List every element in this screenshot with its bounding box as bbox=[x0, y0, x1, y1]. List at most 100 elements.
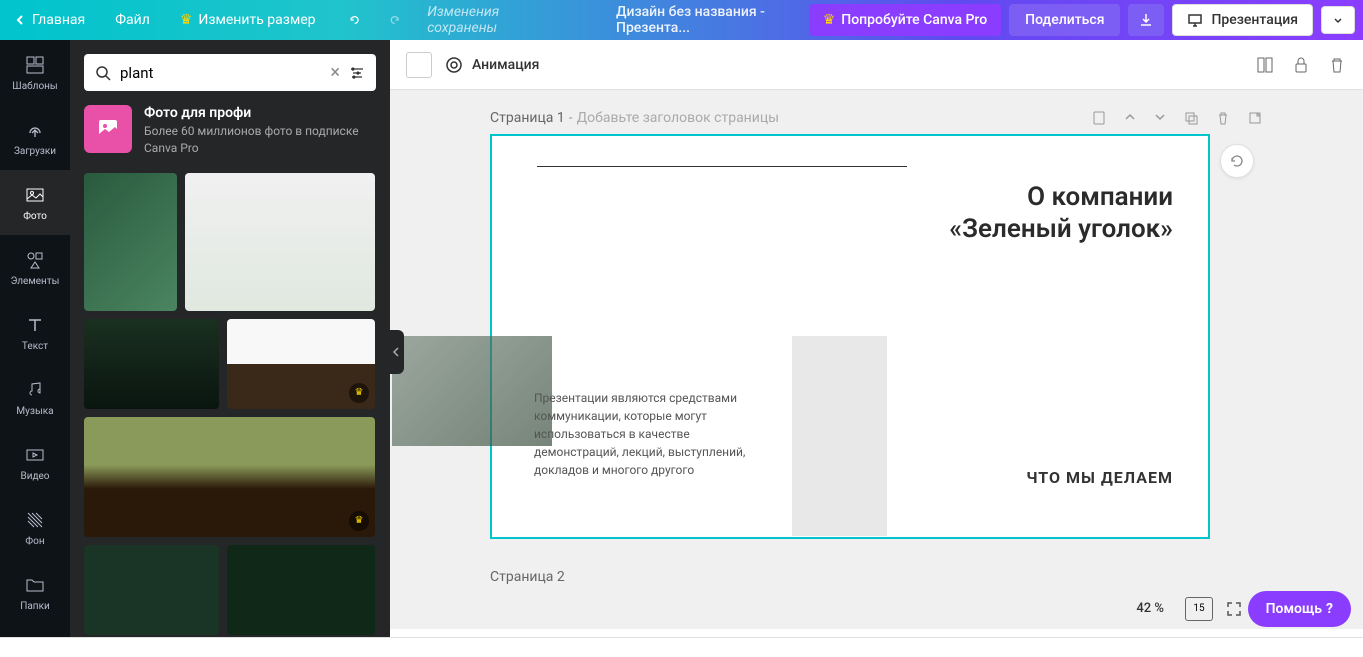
app-header: Главная Файл ♛ Изменить размер Изменения… bbox=[0, 0, 1363, 40]
download-button[interactable] bbox=[1128, 4, 1164, 36]
lock-icon[interactable] bbox=[1291, 55, 1311, 75]
search-input[interactable] bbox=[120, 64, 322, 82]
pro-badge-icon: ♛ bbox=[349, 383, 369, 403]
rail-label: Текст bbox=[22, 341, 48, 352]
chevron-left-icon bbox=[14, 14, 26, 26]
panel-collapse-button[interactable] bbox=[388, 330, 404, 374]
download-icon bbox=[1138, 12, 1154, 28]
music-icon bbox=[23, 378, 47, 402]
slide-image-drag[interactable] bbox=[392, 336, 552, 446]
rail-photos[interactable]: Фото bbox=[0, 170, 70, 235]
background-icon bbox=[23, 508, 47, 532]
chevron-left-icon bbox=[392, 346, 400, 358]
photo-result[interactable]: ♛ bbox=[84, 417, 375, 537]
animation-label: Анимация bbox=[472, 57, 539, 73]
rail-label: Фото bbox=[23, 211, 47, 222]
help-label: Помощь bbox=[1266, 601, 1322, 617]
resize-button[interactable]: ♛ Изменить размер bbox=[174, 8, 322, 32]
notes-icon[interactable] bbox=[1091, 110, 1107, 126]
zoom-level[interactable]: 42 % bbox=[1127, 596, 1173, 621]
slide-divider bbox=[537, 166, 907, 167]
photos-icon bbox=[23, 183, 47, 207]
present-dropdown[interactable] bbox=[1321, 6, 1355, 34]
rail-label: Видео bbox=[20, 471, 49, 482]
header-left: Главная Файл ♛ Изменить размер bbox=[8, 8, 322, 32]
color-picker[interactable] bbox=[406, 52, 432, 78]
video-icon bbox=[23, 443, 47, 467]
text-icon bbox=[23, 313, 47, 337]
resize-label: Изменить размер bbox=[198, 12, 315, 28]
help-button[interactable]: Помощь ? bbox=[1248, 591, 1351, 627]
animation-icon bbox=[444, 55, 464, 75]
rail-label: Музыка bbox=[16, 406, 53, 417]
rail-templates[interactable]: Шаблоны bbox=[0, 40, 70, 105]
photo-result[interactable] bbox=[84, 545, 219, 635]
duplicate-icon[interactable] bbox=[1183, 110, 1199, 126]
bottom-strip bbox=[0, 637, 1363, 657]
rail-label: Шаблоны bbox=[12, 81, 57, 92]
slide-title-line1: О компании bbox=[1027, 182, 1173, 212]
fullscreen-button[interactable] bbox=[1225, 600, 1243, 618]
present-button[interactable]: Презентация bbox=[1172, 4, 1313, 36]
photo-result[interactable] bbox=[84, 173, 177, 311]
position-icon[interactable] bbox=[1255, 55, 1275, 75]
animation-button[interactable]: Анимация bbox=[444, 55, 539, 75]
photo-result[interactable]: ♛ bbox=[227, 319, 375, 409]
page-actions bbox=[1091, 110, 1263, 126]
try-pro-button[interactable]: ♛ Попробуйте Canva Pro bbox=[809, 4, 1001, 36]
slide-title-line2: «Зеленый уголок» bbox=[949, 214, 1173, 244]
add-page-icon[interactable] bbox=[1247, 110, 1263, 126]
canvas-area: Анимация Страница 1 - Добавьте заголовок… bbox=[390, 40, 1363, 629]
canvas-scroll[interactable]: Страница 1 - Добавьте заголовок страницы… bbox=[390, 90, 1363, 629]
undo-icon[interactable] bbox=[347, 11, 362, 29]
document-title[interactable]: Дизайн без названия - Презента... bbox=[616, 4, 809, 36]
promo-title: Фото для профи bbox=[144, 105, 376, 121]
page-up-icon[interactable] bbox=[1123, 110, 1137, 126]
home-button[interactable]: Главная bbox=[8, 8, 91, 32]
slide-title[interactable]: О компании «Зеленый уголок» bbox=[949, 181, 1173, 245]
page-title-input[interactable]: Добавьте заголовок страницы bbox=[577, 110, 779, 126]
present-label: Презентация bbox=[1211, 12, 1298, 28]
search-clear[interactable]: × bbox=[330, 62, 340, 83]
canvas-toolbar: Анимация bbox=[390, 40, 1363, 90]
slide-canvas[interactable]: О компании «Зеленый уголок» Презентации … bbox=[490, 134, 1210, 539]
rail-elements[interactable]: Элементы bbox=[0, 235, 70, 300]
file-button[interactable]: Файл bbox=[109, 8, 156, 32]
photo-result[interactable] bbox=[185, 173, 375, 311]
photo-result[interactable] bbox=[227, 545, 375, 635]
crown-icon: ♛ bbox=[180, 12, 193, 28]
trash-icon[interactable] bbox=[1327, 55, 1347, 75]
slide-refresh-button[interactable] bbox=[1220, 144, 1254, 178]
rail-text[interactable]: Текст bbox=[0, 300, 70, 365]
share-button[interactable]: Поделиться bbox=[1009, 4, 1120, 36]
page-down-icon[interactable] bbox=[1153, 110, 1167, 126]
slide-body-text[interactable]: Презентации являются средствами коммуник… bbox=[534, 389, 749, 479]
delete-page-icon[interactable] bbox=[1215, 110, 1231, 126]
rail-uploads[interactable]: Загрузки bbox=[0, 105, 70, 170]
promo-card[interactable]: Фото для профи Более 60 миллионов фото в… bbox=[84, 105, 376, 157]
try-pro-label: Попробуйте Canva Pro bbox=[841, 12, 987, 28]
side-panel: × Фото для профи Более 60 миллионов фото… bbox=[70, 40, 390, 640]
photo-grid: ♛ ♛ bbox=[84, 173, 376, 635]
page-header: Страница 1 - Добавьте заголовок страницы bbox=[490, 110, 1263, 126]
toolbar-right bbox=[1255, 55, 1347, 75]
share-label: Поделиться bbox=[1025, 12, 1104, 28]
uploads-icon bbox=[23, 118, 47, 142]
rail-label: Папки bbox=[20, 601, 50, 612]
promo-icon bbox=[84, 105, 132, 153]
rail-music[interactable]: Музыка bbox=[0, 365, 70, 430]
pages-indicator[interactable]: 15 bbox=[1185, 597, 1213, 621]
folders-icon bbox=[23, 573, 47, 597]
rail-background[interactable]: Фон bbox=[0, 495, 70, 560]
photo-result[interactable] bbox=[84, 319, 219, 409]
redo-icon[interactable] bbox=[387, 11, 402, 29]
slide-caption[interactable]: ЧТО МЫ ДЕЛАЕМ bbox=[1026, 468, 1173, 487]
rail-label: Загрузки bbox=[14, 146, 56, 157]
filter-icon[interactable] bbox=[348, 64, 366, 82]
rail-video[interactable]: Видео bbox=[0, 430, 70, 495]
file-label: Файл bbox=[115, 12, 150, 28]
rail-folders[interactable]: Папки bbox=[0, 560, 70, 625]
question-icon: ? bbox=[1326, 601, 1333, 617]
slide-placeholder-box[interactable] bbox=[792, 336, 887, 536]
rail-label: Элементы bbox=[11, 276, 60, 287]
